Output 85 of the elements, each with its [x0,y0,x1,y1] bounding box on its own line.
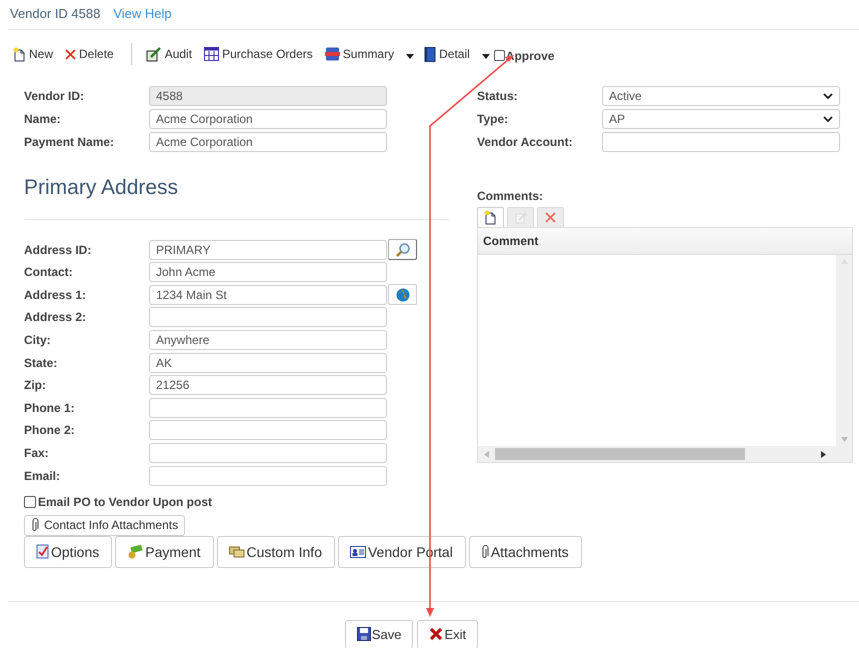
id-card-icon [350,546,366,558]
field-label: Type: [477,112,510,126]
input-field[interactable] [149,443,387,464]
caret-icon[interactable] [482,54,490,59]
paperclip-icon [480,544,489,559]
section-heading: Primary Address [24,176,180,202]
toolbar-button[interactable]: Detail [424,46,470,62]
checklist-icon [36,544,49,560]
input-field[interactable]: John Acme [149,262,387,282]
paperclip-icon [31,518,39,532]
globe-icon [396,288,410,302]
scroll-down-icon[interactable] [840,437,848,442]
input-field[interactable]: PRIMARY [149,240,387,260]
summary-icon [324,47,340,61]
input-field[interactable]: Anywhere [149,330,387,350]
field-label: Address ID: [24,242,92,257]
input-field[interactable]: Acme Corporation [149,109,387,130]
toolbar-button[interactable]: Audit [146,46,192,62]
field-label: Fax: [24,446,50,460]
section-button[interactable]: Payment [115,536,214,568]
comments-label: Comments: [477,189,544,204]
checkbox[interactable] [494,50,505,61]
checkbox-label: Email PO to Vendor Upon post [38,494,212,509]
section-button[interactable]: Custom Info [216,536,335,568]
field-label: Phone 2: [24,423,76,438]
section-button[interactable]: Attachments [468,536,582,568]
delete-icon [65,48,76,60]
select-field[interactable]: Active [602,86,840,106]
scroll-left-icon[interactable] [484,450,489,458]
search-icon [394,242,410,258]
toolbar-button[interactable]: Summary [324,47,394,61]
page-title: Vendor ID 4588 [10,6,100,21]
chevron-down-icon [823,92,833,100]
input-field[interactable] [602,132,840,152]
field-label: Payment Name: [24,134,116,149]
globe-button[interactable] [388,284,417,306]
close-icon [429,627,444,642]
chevron-down-icon [823,116,833,123]
field-label: Name: [24,112,62,126]
checkbox[interactable] [24,496,36,508]
edit-icon [514,212,526,224]
save-icon [356,627,371,642]
input-field[interactable]: 4588 [149,86,387,106]
section-button[interactable]: Options [24,536,112,568]
money-icon [127,544,144,559]
input-field[interactable] [149,307,387,328]
caret-icon[interactable] [406,54,414,59]
attachments-button[interactable]: Contact Info Attachments [24,514,186,536]
select-field[interactable]: AP [602,109,840,130]
field-label: Contact: [24,265,74,280]
input-field[interactable] [149,398,387,418]
vertical-scrollbar[interactable] [836,255,852,446]
scroll-right-icon[interactable] [821,450,826,458]
field-label: Status: [477,89,519,104]
book-icon [424,46,436,62]
toolbar-button[interactable]: New [13,46,54,62]
field-label: Address 1: [24,288,88,302]
new-document-icon [13,46,26,62]
field-label: Address 2: [24,310,88,324]
field-label: Zip: [24,378,47,392]
delete-icon [545,212,556,224]
input-field[interactable]: Acme Corporation [149,132,387,152]
field-label: Email: [24,468,62,483]
calendar-icon [204,47,220,61]
toolbar-button[interactable]: Delete [65,47,114,61]
save-button[interactable]: Save [344,620,414,648]
input-field[interactable] [149,420,387,440]
field-label: Vendor Account: [477,134,574,149]
audit-icon [146,46,162,62]
input-field[interactable] [149,466,387,486]
toolbar-button[interactable]: Purchase Orders [204,47,313,61]
field-label: Vendor ID: [24,89,86,104]
horizontal-scrollbar[interactable] [478,446,852,462]
field-label: City: [24,333,52,348]
exit-button[interactable]: Exit [417,620,478,648]
input-field[interactable]: AK [149,352,387,373]
search-button[interactable] [388,239,417,260]
field-label: Phone 1: [24,400,76,415]
column-header[interactable]: Comment [483,234,538,248]
new-document-icon [484,210,497,226]
input-field[interactable]: 1234 Main St [149,284,387,305]
field-label: State: [24,356,58,370]
folders-icon [228,546,244,558]
comment-tool-button[interactable] [477,207,504,228]
input-field[interactable]: 21256 [149,375,387,396]
